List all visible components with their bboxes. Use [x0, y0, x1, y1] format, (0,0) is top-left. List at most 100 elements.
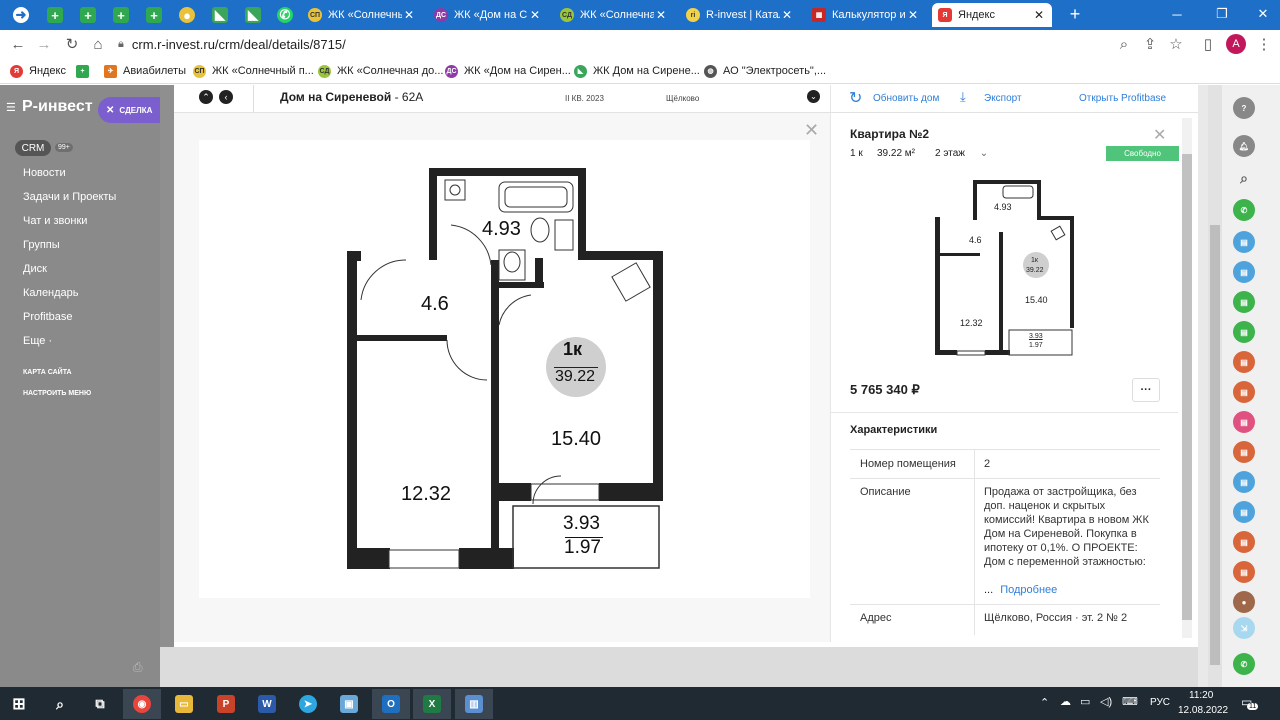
- crm-chat-icon[interactable]: ▤: [1233, 261, 1255, 283]
- minimize-button[interactable]: ─: [1160, 0, 1194, 28]
- sidebar-item-profitbase[interactable]: Profitbase: [23, 311, 73, 323]
- configure-menu-link[interactable]: НАСТРОИТЬ МЕНЮ: [23, 390, 91, 397]
- crm-chat-icon[interactable]: ▤: [1233, 351, 1255, 373]
- taskbar-chrome[interactable]: ◉: [123, 689, 161, 719]
- help-icon[interactable]: ?: [1233, 97, 1255, 119]
- tab-5-active[interactable]: Я Яндекс ✕: [932, 3, 1052, 27]
- cloud-icon[interactable]: ☁: [1060, 695, 1071, 708]
- hamburger-icon[interactable]: ☰: [6, 101, 16, 114]
- close-icon[interactable]: ✕: [1032, 8, 1046, 22]
- tab-pinned-1[interactable]: +: [40, 3, 70, 27]
- tab-1[interactable]: ДС ЖК «Дом на Си ✕: [428, 3, 548, 27]
- bookmark-spacer[interactable]: +: [76, 62, 95, 80]
- printer-icon[interactable]: ⎙: [133, 660, 143, 675]
- search-button[interactable]: ⌕: [41, 689, 79, 719]
- page-scrollbar[interactable]: [1208, 85, 1222, 687]
- tab-pinned-3[interactable]: +: [106, 3, 136, 27]
- clock-time[interactable]: 11:20: [1189, 690, 1213, 701]
- sidebar-item-groups[interactable]: Группы: [23, 239, 60, 251]
- new-tab-button[interactable]: +: [1058, 0, 1092, 28]
- sitemap-link[interactable]: КАРТА САЙТА: [23, 369, 72, 376]
- back-icon[interactable]: ←: [8, 34, 28, 54]
- taskbar-powerpoint[interactable]: P: [207, 689, 245, 719]
- tab-pinned-whatsapp[interactable]: ✆: [270, 3, 300, 27]
- sidebar-item-tasks[interactable]: Задачи и Проекты: [23, 191, 116, 203]
- avatar-icon[interactable]: ●: [1233, 591, 1255, 613]
- sidebar-item-disk[interactable]: Диск: [23, 263, 47, 275]
- tab-pinned-6[interactable]: ◣: [205, 3, 235, 27]
- crm-chat-icon[interactable]: ▤: [1233, 321, 1255, 343]
- bookmark-2[interactable]: СП ЖК «Солнечный п...: [193, 62, 314, 80]
- crm-chat-icon[interactable]: ▤: [1233, 231, 1255, 253]
- crm-chat-icon[interactable]: ▤: [1233, 531, 1255, 553]
- crm-chat-icon[interactable]: ▤: [1233, 501, 1255, 523]
- home-icon[interactable]: ⌂: [88, 34, 108, 54]
- close-icon[interactable]: ✕: [402, 8, 416, 22]
- star-icon[interactable]: ☆: [1166, 34, 1186, 54]
- phone-icon[interactable]: ✆: [1233, 199, 1255, 221]
- taskbar-excel[interactable]: X: [413, 689, 451, 719]
- scroll-thumb[interactable]: [1182, 154, 1192, 620]
- back-arrow-icon[interactable]: ‹: [219, 90, 233, 104]
- clock-date[interactable]: 12.08.2022: [1178, 705, 1228, 716]
- details-scrollbar[interactable]: [1182, 118, 1192, 638]
- taskbar-telegram[interactable]: ➤: [289, 689, 327, 719]
- start-button[interactable]: ⊞: [0, 689, 38, 719]
- menu-icon[interactable]: ⋮: [1254, 34, 1274, 54]
- taskbar-app[interactable]: ▣: [330, 689, 368, 719]
- share-icon[interactable]: ⇪: [1140, 34, 1160, 54]
- tab-3[interactable]: ri R-invest | Катал ✕: [680, 3, 800, 27]
- bookmark-5[interactable]: ◣ ЖК Дом на Сирене...: [574, 62, 700, 80]
- tab-pinned-crm[interactable]: ➜: [6, 3, 36, 27]
- crm-chat-icon[interactable]: ▤: [1233, 291, 1255, 313]
- chevron-down-icon[interactable]: ⌄: [807, 90, 820, 103]
- task-view-button[interactable]: ⧉: [81, 689, 119, 719]
- reload-icon[interactable]: ↻: [62, 34, 82, 54]
- language-indicator[interactable]: РУС: [1150, 697, 1170, 708]
- crm-badge[interactable]: CRM: [15, 140, 51, 156]
- open-lines-icon[interactable]: ⇲: [1233, 617, 1255, 639]
- sidebar-logo[interactable]: Р-инвест: [22, 98, 93, 116]
- sidebar-item-news[interactable]: Новости: [23, 167, 66, 179]
- page-scroll-thumb[interactable]: [1210, 225, 1220, 665]
- url-field[interactable]: 🔒︎ crm.r-invest.ru/crm/deal/details/8715…: [118, 33, 1158, 55]
- crm-chat-icon[interactable]: ▤: [1233, 561, 1255, 583]
- network-icon[interactable]: ▭: [1080, 695, 1090, 708]
- deal-badge[interactable]: ✕ СДЕЛКА: [98, 97, 160, 123]
- floor-select[interactable]: 2 этаж ⌄: [935, 148, 988, 159]
- crm-chat-icon[interactable]: ▤: [1233, 381, 1255, 403]
- taskbar-explorer[interactable]: ▭: [165, 689, 203, 719]
- close-icon[interactable]: ✕: [654, 8, 668, 22]
- taskbar-outlook[interactable]: O: [372, 689, 410, 719]
- open-profitbase-link[interactable]: Открыть Profitbase: [1079, 93, 1166, 104]
- volume-icon[interactable]: ◁): [1100, 695, 1112, 708]
- maximize-button[interactable]: ❐: [1205, 0, 1239, 28]
- bookmark-1[interactable]: ✈ Авиабилеты: [104, 62, 186, 80]
- bell-icon[interactable]: 🔔︎: [1233, 135, 1255, 157]
- keyboard-icon[interactable]: ⌨: [1122, 695, 1138, 708]
- more-actions-button[interactable]: ···: [1132, 378, 1160, 402]
- bookmark-0[interactable]: Я Яндекс: [10, 62, 66, 80]
- more-link[interactable]: Подробнее: [1000, 584, 1057, 596]
- up-arrow-icon[interactable]: ⌃: [199, 90, 213, 104]
- sidebar-item-calendar[interactable]: Календарь: [23, 287, 79, 299]
- close-plan-icon[interactable]: ✕: [804, 120, 819, 141]
- close-window-button[interactable]: ✕: [1246, 0, 1280, 28]
- search-icon[interactable]: ⌕: [1233, 167, 1255, 189]
- close-icon[interactable]: ✕: [528, 8, 542, 22]
- crm-chat-icon[interactable]: ▤: [1233, 471, 1255, 493]
- taskbar-remote[interactable]: ▥: [455, 689, 493, 719]
- close-icon[interactable]: ✕: [780, 8, 794, 22]
- close-icon[interactable]: ✕: [906, 8, 920, 22]
- crm-chat-icon[interactable]: ▤: [1233, 411, 1255, 433]
- bookmark-6[interactable]: ◍ АО "Электросеть",...: [704, 62, 826, 80]
- crm-chat-icon[interactable]: ▤: [1233, 441, 1255, 463]
- taskbar-word[interactable]: W: [248, 689, 286, 719]
- refresh-house-link[interactable]: Обновить дом: [873, 93, 939, 104]
- tray-chevron-icon[interactable]: ⌃: [1040, 696, 1049, 709]
- sidepanel-icon[interactable]: ▯: [1198, 34, 1218, 54]
- close-icon[interactable]: ✕: [1153, 125, 1166, 145]
- tab-4[interactable]: ▦ Калькулятор ип ✕: [806, 3, 926, 27]
- sidebar-item-more[interactable]: Еще ·: [23, 335, 52, 347]
- profile-avatar[interactable]: A: [1226, 34, 1246, 54]
